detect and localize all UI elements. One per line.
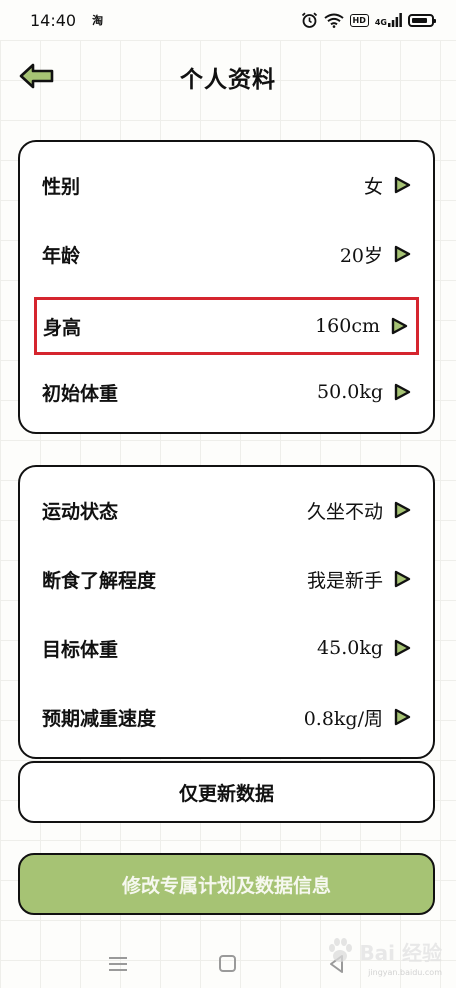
target-weight-value: 45.0kg <box>317 637 383 659</box>
battery-fill <box>412 17 427 23</box>
plan-info-card: 运动状态 久坐不动 断食了解程度 我是新手 目标体重 45.0kg 预期减重速度… <box>18 465 435 759</box>
alarm-icon <box>301 12 317 28</box>
age-row[interactable]: 年龄 20岁 <box>20 227 433 281</box>
weight-loss-speed-value-group: 0.8kg/周 <box>304 704 411 731</box>
status-bar: 14:40 淘 HD 4G <box>0 0 456 40</box>
page-title: 个人资料 <box>180 66 276 93</box>
battery-icon <box>408 13 436 27</box>
activity-status-value-group: 久坐不动 <box>307 497 411 524</box>
initial-weight-row[interactable]: 初始体重 50.0kg <box>20 365 433 419</box>
wifi-icon <box>323 13 344 28</box>
paw-logo-icon <box>329 938 353 962</box>
weight-loss-speed-row[interactable]: 预期减重速度 0.8kg/周 <box>20 690 433 744</box>
fasting-knowledge-label: 断食了解程度 <box>42 569 157 592</box>
gender-value-group: 女 <box>364 172 411 199</box>
target-weight-label: 目标体重 <box>42 638 119 661</box>
fasting-knowledge-value: 我是新手 <box>306 569 383 592</box>
height-value-group: 160cm <box>315 315 408 337</box>
fasting-knowledge-row[interactable]: 断食了解程度 我是新手 <box>20 552 433 606</box>
triangle-right-icon <box>394 245 411 263</box>
baidu-jingyan-watermark: Bai 经验 jingyan.baidu.com <box>325 936 442 977</box>
status-time: 14:40 <box>30 10 77 30</box>
fasting-knowledge-value-group: 我是新手 <box>307 566 411 593</box>
watermark-url: jingyan.baidu.com <box>368 968 442 977</box>
weight-loss-speed-label: 预期减重速度 <box>42 707 157 730</box>
header: 个人资料 <box>0 52 456 102</box>
triangle-right-icon <box>391 317 408 335</box>
initial-weight-value-group: 50.0kg <box>317 381 411 403</box>
age-value: 20岁 <box>339 244 383 267</box>
update-data-only-button[interactable]: 仅更新数据 <box>18 761 435 823</box>
status-right: HD 4G <box>301 12 436 28</box>
gender-label: 性别 <box>42 175 81 198</box>
gender-value: 女 <box>363 175 383 198</box>
triangle-right-icon <box>394 501 411 519</box>
target-weight-value-group: 45.0kg <box>317 637 411 659</box>
weight-loss-speed-value: 0.8kg/周 <box>303 707 383 730</box>
gender-row[interactable]: 性别 女 <box>20 158 433 212</box>
home-square-icon[interactable] <box>212 950 242 978</box>
activity-status-label: 运动状态 <box>42 500 119 523</box>
basic-info-card: 性别 女 年龄 20岁 身高 160cm 初始体重 50.0kg <box>18 140 435 434</box>
height-label: 身高 <box>43 316 82 339</box>
network-type-label: 4G <box>374 18 387 27</box>
initial-weight-label: 初始体重 <box>42 382 119 405</box>
triangle-right-icon <box>394 570 411 588</box>
target-weight-row[interactable]: 目标体重 45.0kg <box>20 621 433 675</box>
modify-plan-button[interactable]: 修改专属计划及数据信息 <box>18 853 435 915</box>
triangle-right-icon <box>394 176 411 194</box>
cell-signal: 4G <box>375 13 402 27</box>
height-value: 160cm <box>315 315 380 337</box>
age-value-group: 20岁 <box>340 241 411 268</box>
taobao-notification-icon: 淘 <box>92 14 104 27</box>
activity-status-row[interactable]: 运动状态 久坐不动 <box>20 483 433 537</box>
menu-icon[interactable] <box>103 950 133 978</box>
triangle-right-icon <box>394 639 411 657</box>
triangle-right-icon <box>394 708 411 726</box>
age-label: 年龄 <box>42 244 81 267</box>
signal-bars-icon <box>388 13 402 27</box>
activity-status-value: 久坐不动 <box>306 500 383 523</box>
height-row[interactable]: 身高 160cm <box>34 297 419 355</box>
status-left: 14:40 淘 <box>30 11 103 30</box>
triangle-right-icon <box>394 383 411 401</box>
watermark-brand: Bai 经验 <box>359 940 442 965</box>
initial-weight-value: 50.0kg <box>317 381 383 403</box>
hd-badge: HD <box>349 13 369 27</box>
